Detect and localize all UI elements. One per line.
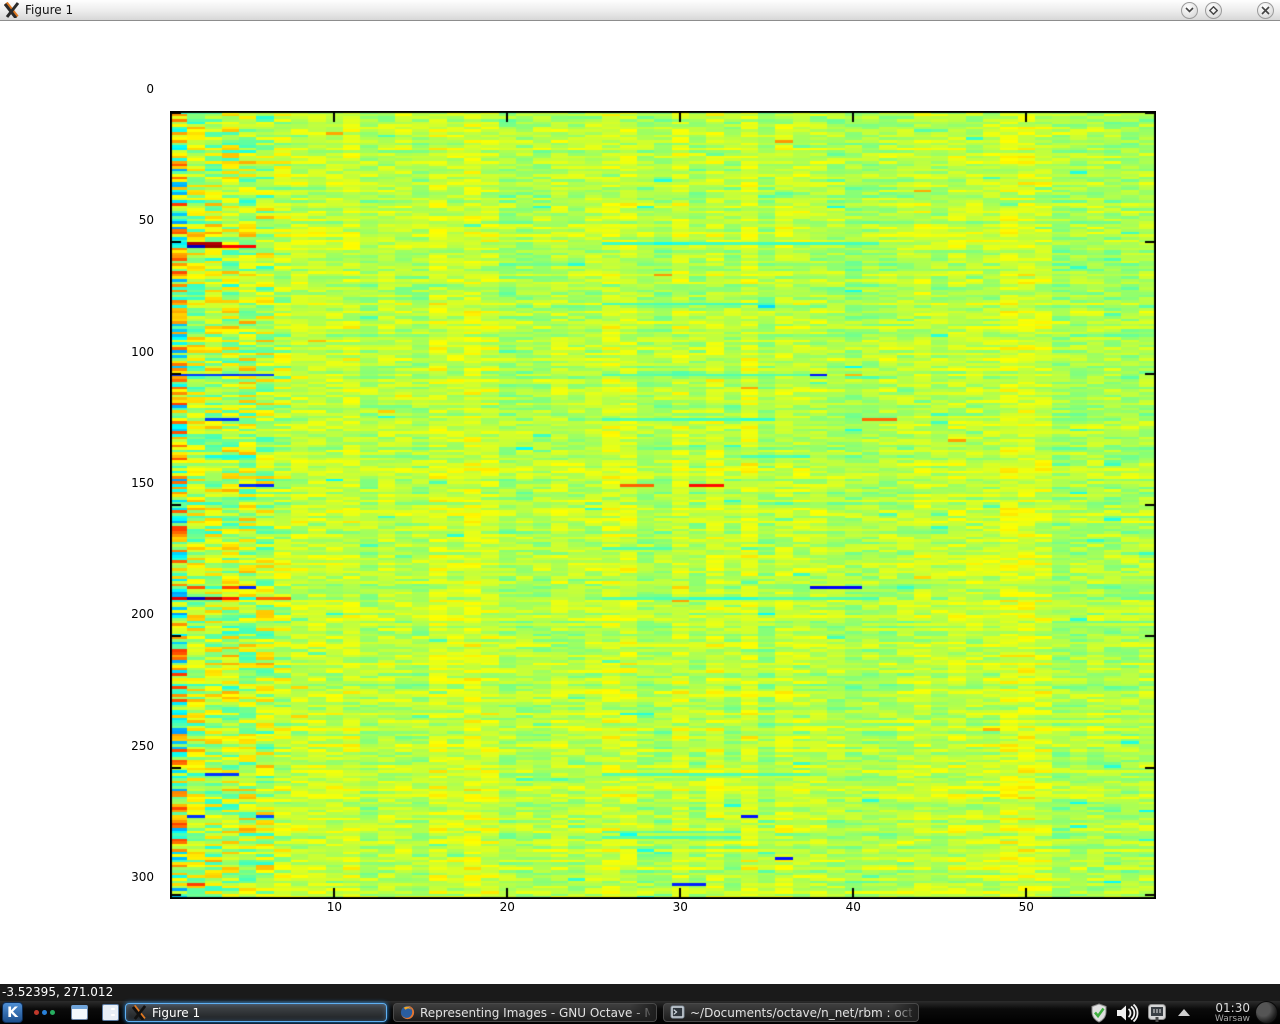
x-tick-label: 40	[845, 900, 861, 914]
firefox-icon	[400, 1005, 415, 1020]
figure-canvas: 0 50 100 150 200 250 300 10 20 30 40 50	[0, 21, 1280, 984]
heatmap-canvas[interactable]	[170, 111, 1156, 899]
maximize-button[interactable]	[1205, 1, 1222, 19]
panel-clock[interactable]: 01:30 Warsaw	[1215, 1001, 1250, 1024]
close-button[interactable]	[1257, 1, 1274, 19]
diamond-icon	[1209, 5, 1218, 15]
task-button-terminal[interactable]: ~/Documents/octave/n_net/rbm : octa	[663, 1003, 919, 1022]
y-tick-label: 100	[131, 344, 154, 359]
task-button-firefox[interactable]: Representing Images - GNU Octave - M	[393, 1003, 657, 1022]
cursor-coordinates: -3.52395, 271.012	[2, 985, 114, 999]
x-tick-label: 30	[672, 900, 688, 914]
close-icon	[1261, 5, 1270, 15]
system-tray	[1089, 1001, 1190, 1024]
label-fade	[630, 1004, 656, 1021]
xorg-window-icon	[4, 2, 20, 18]
window-title: Figure 1	[25, 3, 74, 17]
plot-frame	[168, 109, 1158, 901]
y-tick-label: 300	[131, 870, 154, 884]
show-desktop-icon[interactable]	[71, 1005, 88, 1020]
volume-icon[interactable]	[1116, 1003, 1140, 1022]
chevron-down-icon	[1185, 7, 1194, 13]
window-titlebar[interactable]: Figure 1	[0, 0, 1280, 21]
xorg-task-icon	[132, 1005, 147, 1020]
clock-time: 01:30	[1215, 1000, 1250, 1015]
quicklaunch-dots-icon[interactable]	[31, 1002, 57, 1023]
task-label: ~/Documents/octave/n_net/rbm : octa	[690, 1005, 912, 1020]
y-tick-label: 200	[131, 607, 154, 622]
taskbar-panel: K Figure 1 Representing Images - GNU Oct…	[0, 1001, 1280, 1024]
y-tick-label: 150	[131, 476, 154, 490]
y-tick-label: 0	[146, 82, 154, 96]
k-menu-button[interactable]: K	[2, 1002, 23, 1023]
coordinate-statusbar: -3.52395, 271.012	[0, 984, 1280, 1001]
shield-check-icon[interactable]	[1089, 1002, 1109, 1023]
task-label: Representing Images - GNU Octave - M	[420, 1005, 650, 1020]
y-tick-label: 250	[131, 738, 154, 753]
task-label: Figure 1	[152, 1005, 201, 1020]
desktop: Figure 1 0 50 100 150 200 250 300 10 20 …	[0, 0, 1280, 1024]
task-button-figure1[interactable]: Figure 1	[125, 1003, 387, 1022]
minimize-button[interactable]	[1181, 1, 1198, 19]
window-buttons	[1181, 1, 1274, 19]
x-tick-label: 50	[1018, 900, 1034, 914]
x-tick-label: 20	[499, 900, 515, 914]
panel-cashew-icon[interactable]	[1255, 1001, 1278, 1024]
terminal-icon	[670, 1005, 685, 1019]
network-interface-icon[interactable]	[1147, 1003, 1167, 1023]
x-tick-label: 10	[326, 900, 342, 914]
clock-timezone: Warsaw	[1214, 1013, 1250, 1024]
y-tick-label: 50	[138, 213, 154, 228]
label-fade	[892, 1004, 918, 1021]
tray-expander-arrow[interactable]	[1178, 1009, 1190, 1016]
file-drawer-icon[interactable]	[102, 1004, 119, 1021]
